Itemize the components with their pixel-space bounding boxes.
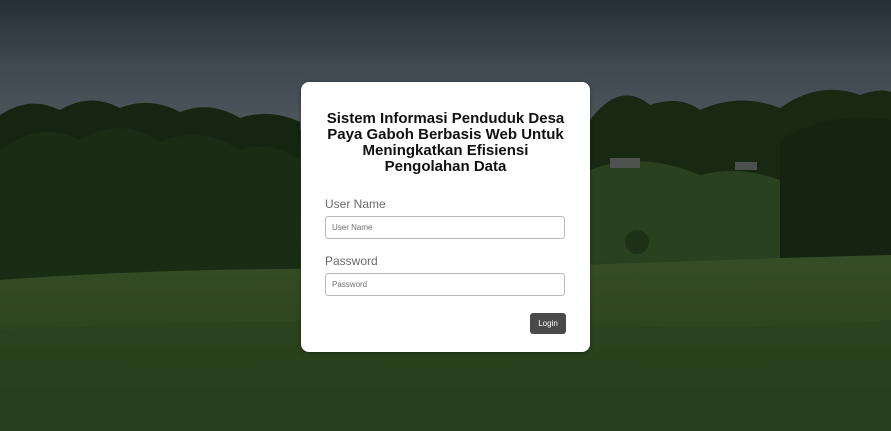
username-input[interactable] [325, 216, 565, 239]
password-label: Password [325, 254, 378, 268]
username-label: User Name [325, 197, 386, 211]
app-title: Sistem Informasi Penduduk Desa Paya Gabo… [326, 110, 565, 175]
password-input[interactable] [325, 273, 565, 296]
login-button[interactable]: Login [530, 313, 566, 334]
login-card: Sistem Informasi Penduduk Desa Paya Gabo… [301, 82, 590, 352]
